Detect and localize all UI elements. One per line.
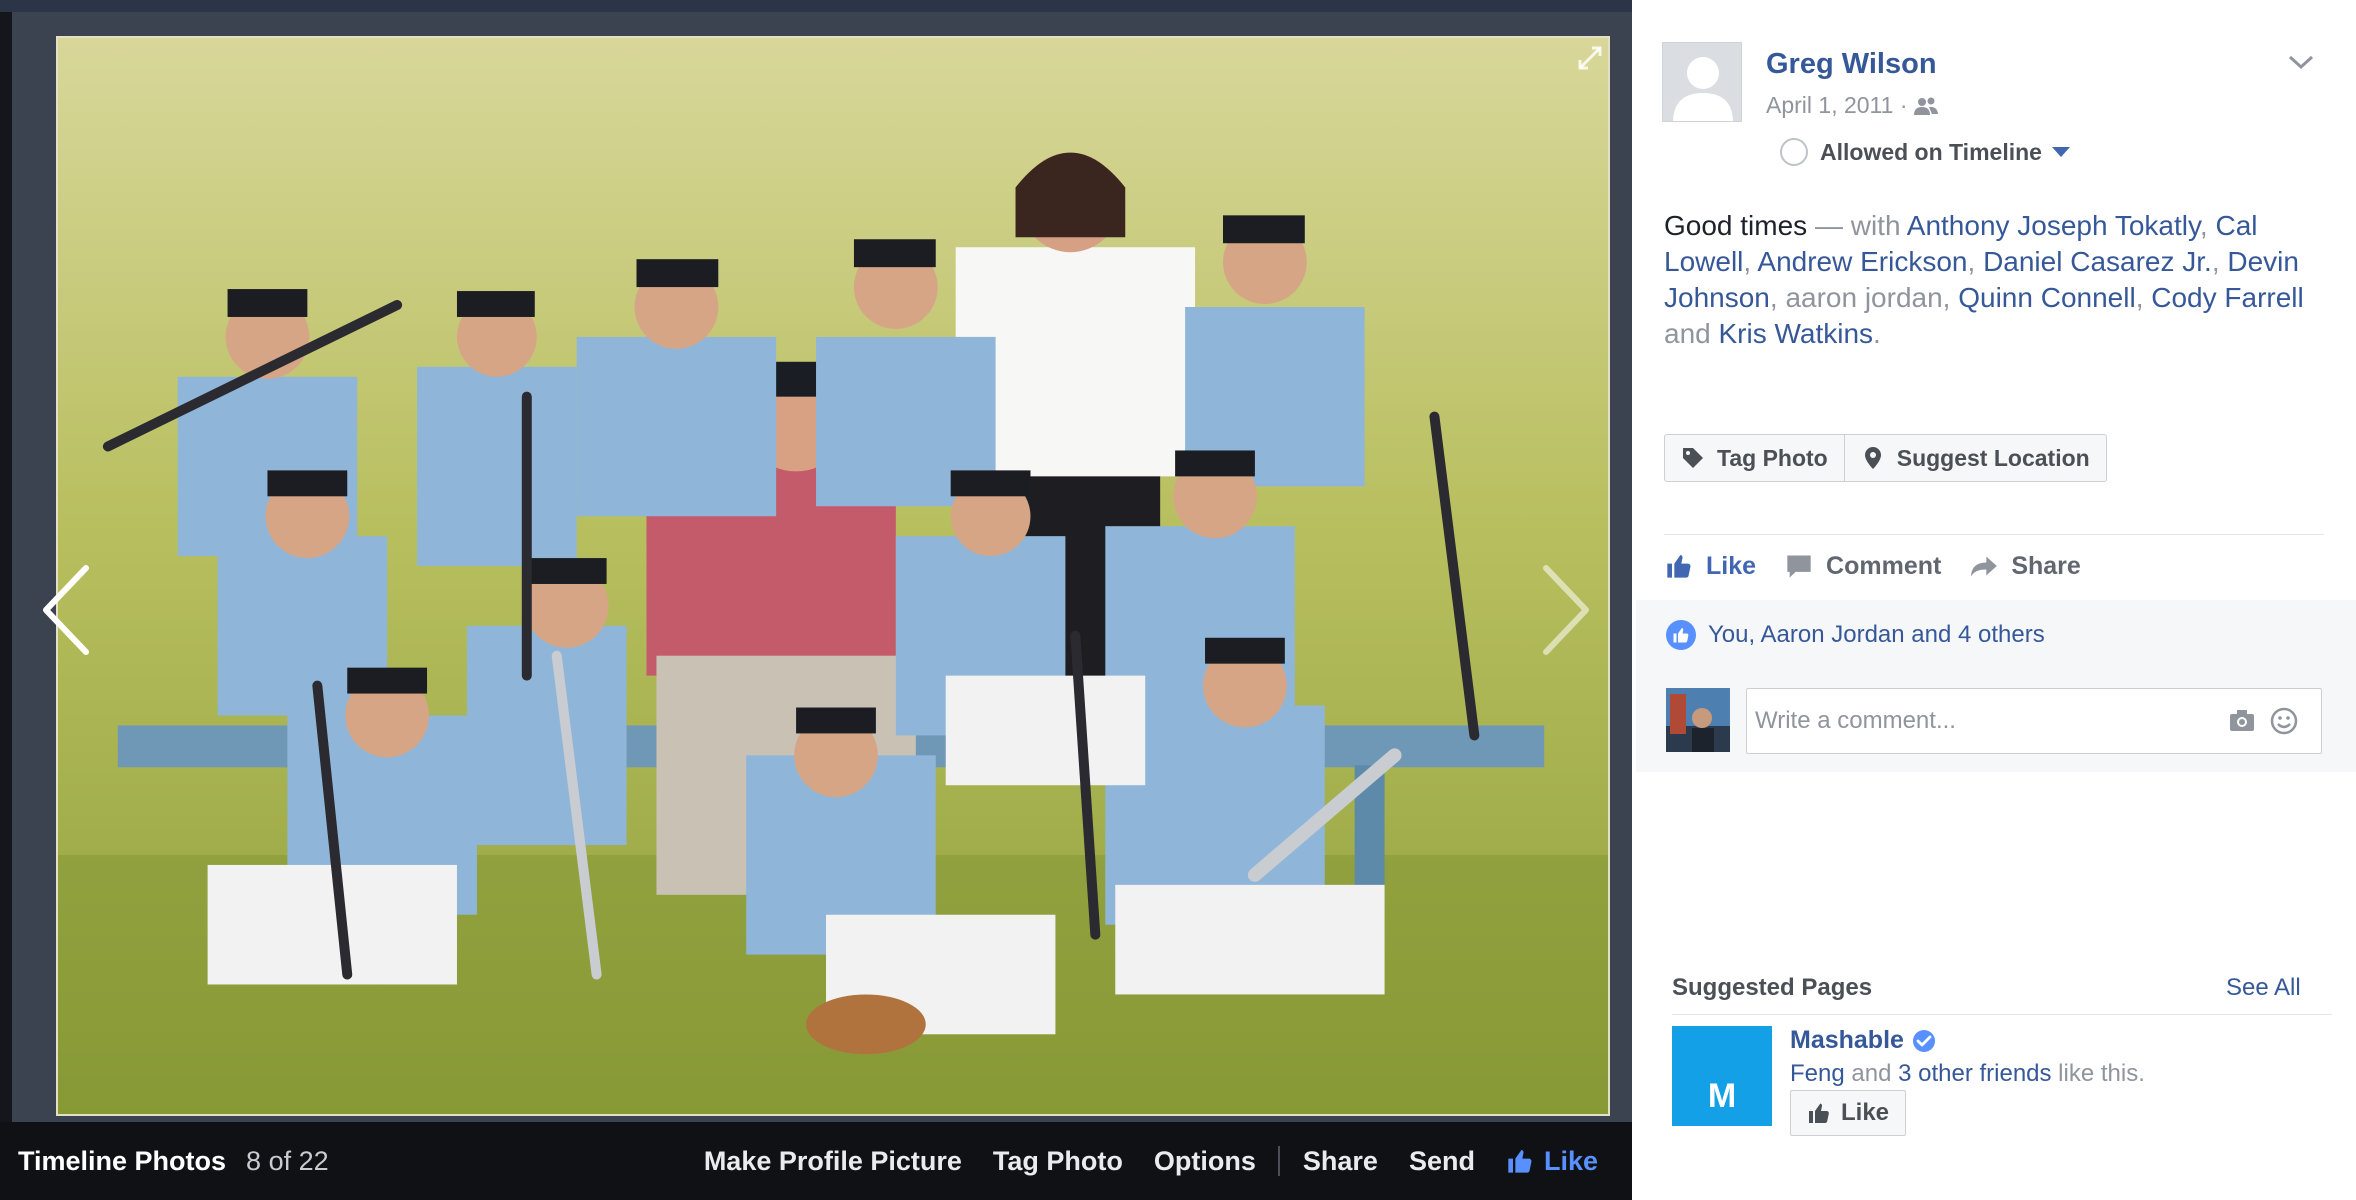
other-friends-link[interactable]: 3 other friends [1898, 1060, 2051, 1087]
thumbs-up-icon [1809, 1103, 1829, 1123]
suggest-location-label: Suggest Location [1896, 444, 2090, 471]
comment-label: Comment [1826, 551, 1942, 580]
suggested-divider [1672, 1014, 2332, 1015]
caret-down-icon [2051, 147, 2070, 157]
tag-separator: and [1664, 318, 1719, 349]
mashable-logo-letter: M [1707, 1077, 1737, 1115]
tagged-person: aaron jordan [1785, 282, 1943, 313]
page-like-button[interactable]: Like [1790, 1090, 1907, 1136]
author-name[interactable]: Greg Wilson [1766, 48, 1937, 81]
comment-input[interactable] [1755, 707, 2215, 735]
photo-details-panel: Greg Wilson April 1, 2011 · Allowed on T… [1632, 0, 2356, 1200]
friend-link[interactable]: Feng [1790, 1060, 1845, 1087]
album-title[interactable]: Timeline Photos [18, 1146, 226, 1177]
options-button[interactable]: Options [1154, 1146, 1256, 1177]
photo-action-bar: Timeline Photos 8 of 22 Make Profile Pic… [0, 1122, 1632, 1200]
tag-separator: , [1769, 282, 1786, 313]
tag-separator: , [2199, 210, 2216, 241]
suggest-location-button[interactable]: Suggest Location [1843, 435, 2106, 481]
tag-photo-button[interactable]: Tag Photo [993, 1146, 1123, 1177]
action-divider [1277, 1146, 1280, 1176]
chevron-left-icon [43, 565, 89, 655]
tag-separator: , [2135, 282, 2152, 313]
team-photo-image [58, 38, 1608, 1114]
comment-box [1746, 688, 2322, 754]
author-avatar[interactable] [1662, 42, 1742, 122]
location-pin-icon [1864, 447, 1881, 469]
post-like-button[interactable]: Like [1664, 548, 1756, 584]
timeline-status-dropdown[interactable]: Allowed on Timeline [1780, 138, 2070, 166]
reaction-actions: Like Comment Share [1664, 548, 2109, 584]
thumbs-up-icon [1508, 1150, 1532, 1173]
camera-icon[interactable] [2227, 706, 2257, 736]
chevron-down-icon[interactable] [2286, 52, 2316, 72]
like-button[interactable]: Like [1506, 1146, 1598, 1177]
likes-summary[interactable]: You, Aaron Jordan and 4 others [1666, 620, 2045, 650]
tag-photo-side-button[interactable]: Tag Photo [1665, 435, 1844, 481]
share-button[interactable]: Share [1303, 1146, 1378, 1177]
default-avatar-icon [1663, 43, 1741, 121]
tagged-person[interactable]: Anthony Joseph Tokatly [1907, 210, 2200, 241]
caption-with: — with [1807, 210, 1907, 241]
tag-separator: , [1967, 246, 1984, 277]
previous-photo-button[interactable] [36, 560, 96, 660]
tagged-person[interactable]: Daniel Casarez Jr. [1983, 246, 2212, 277]
share-arrow-icon [1971, 556, 1998, 577]
tag-icon [1683, 448, 1703, 468]
photo-button-group: Tag Photo Suggest Location [1664, 434, 2107, 482]
share-label: Share [2011, 551, 2081, 580]
make-profile-picture-button[interactable]: Make Profile Picture [704, 1146, 962, 1177]
post-like-label: Like [1706, 551, 1757, 580]
suggested-pages-heading: Suggested Pages [1672, 974, 1873, 1001]
my-avatar[interactable] [1666, 688, 1730, 752]
mashable-logo[interactable]: M [1672, 1026, 1772, 1126]
actions-divider [1664, 534, 2324, 535]
likes-and-comments: You, Aaron Jordan and 4 others [1636, 600, 2356, 772]
send-button[interactable]: Send [1409, 1146, 1475, 1177]
friends-and: and [1844, 1060, 1899, 1087]
tag-separator: . [1873, 318, 1881, 349]
tag-photo-label: Tag Photo [1717, 444, 1828, 471]
tagged-person[interactable]: Quinn Connell [1958, 282, 2135, 313]
friends-suffix: like this. [2051, 1060, 2145, 1087]
caption-text: Good times [1664, 210, 1808, 241]
team-photo[interactable] [56, 36, 1610, 1116]
photo-position: 8 of 22 [246, 1145, 329, 1176]
page-friends-text: Feng and 3 other friends like this. [1790, 1060, 2145, 1088]
viewer-top-strip [0, 0, 1632, 12]
post-date[interactable]: April 1, 2011 · [1766, 92, 1907, 119]
chevron-right-icon [1543, 565, 1589, 655]
thumbs-up-icon [1667, 555, 1691, 578]
radio-circle-icon [1780, 138, 1808, 166]
tagged-person[interactable]: Cody Farrell [2151, 282, 2303, 313]
timeline-status-label: Allowed on Timeline [1820, 138, 2042, 165]
friends-icon[interactable] [1913, 95, 1939, 117]
post-share-button[interactable]: Share [1969, 548, 2081, 584]
verified-badge-icon [1912, 1029, 1935, 1052]
comment-icon [1787, 555, 1811, 578]
photo-actions: Make Profile Picture Tag Photo Options S… [673, 1146, 1598, 1177]
tagged-person[interactable]: Andrew Erickson [1757, 246, 1967, 277]
see-all-link[interactable]: See All [2226, 974, 2301, 1002]
photo-caption: Good times — with Anthony Joseph Tokatly… [1664, 208, 2324, 352]
post-meta: April 1, 2011 · [1766, 92, 1939, 119]
likes-summary-text: You, Aaron Jordan and 4 others [1708, 621, 2045, 648]
page-like-label: Like [1841, 1099, 1890, 1126]
tag-separator: , [1942, 282, 1959, 313]
like-bubble-icon [1666, 620, 1696, 650]
tagged-person[interactable]: Kris Watkins [1719, 318, 1874, 349]
like-label: Like [1543, 1145, 1598, 1176]
photo-viewer: Timeline Photos 8 of 22 Make Profile Pic… [0, 0, 1632, 1200]
expand-icon[interactable] [1576, 44, 1604, 72]
comment-button[interactable]: Comment [1784, 548, 1941, 584]
emoji-icon[interactable] [2269, 706, 2299, 736]
suggested-page-name[interactable]: Mashable [1790, 1026, 1936, 1055]
page-name-text: Mashable [1790, 1026, 1904, 1054]
next-photo-button[interactable] [1536, 560, 1596, 660]
tag-separator: , [2211, 246, 2228, 277]
tag-separator: , [1743, 246, 1758, 277]
